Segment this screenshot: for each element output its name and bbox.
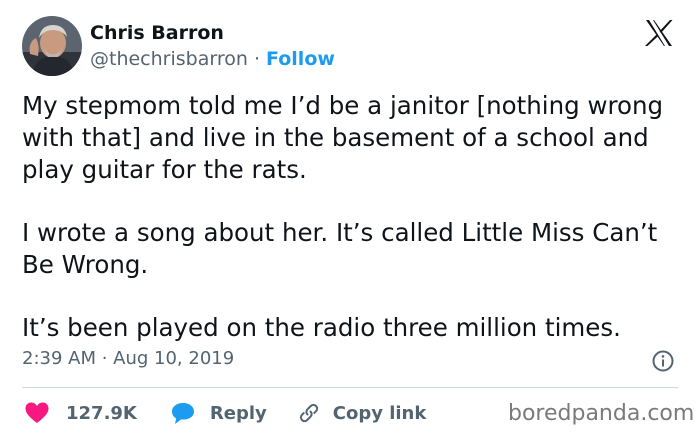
tweet-paragraph: My stepmom told me I’d be a janitor [not… — [22, 91, 664, 184]
tweet-paragraph: I wrote a song about her. It’s called Li… — [22, 218, 658, 279]
like-count: 127.9K — [66, 402, 137, 424]
follow-button[interactable]: Follow — [266, 48, 335, 70]
watermark: boredpanda.com — [508, 401, 695, 426]
x-logo-icon[interactable] — [642, 16, 676, 50]
heart-icon — [24, 401, 50, 425]
link-icon — [297, 401, 321, 425]
author-name[interactable]: Chris Barron — [90, 22, 224, 44]
tweet-paragraph: It’s been played on the radio three mill… — [22, 313, 621, 342]
divider — [22, 387, 678, 388]
author-handle[interactable]: @thechrisbarron — [90, 48, 248, 70]
author-handle-line: @thechrisbarron · Follow — [90, 48, 335, 70]
avatar-photo — [22, 16, 82, 76]
avatar[interactable] — [22, 16, 82, 76]
copy-link-label: Copy link — [332, 402, 427, 424]
tweet-timestamp[interactable]: 2:39 AM · Aug 10, 2019 — [22, 348, 234, 369]
tweet-text: My stepmom told me I’d be a janitor [not… — [22, 90, 682, 344]
action-bar: 127.9K Reply Copy link — [22, 397, 426, 429]
like-button[interactable]: 127.9K — [24, 401, 137, 425]
info-icon[interactable] — [652, 350, 674, 372]
speech-bubble-icon — [170, 401, 196, 425]
copy-link-button[interactable]: Copy link — [297, 401, 427, 425]
separator-dot: · — [247, 48, 267, 70]
reply-button[interactable]: Reply — [170, 401, 267, 425]
reply-label: Reply — [209, 402, 267, 424]
